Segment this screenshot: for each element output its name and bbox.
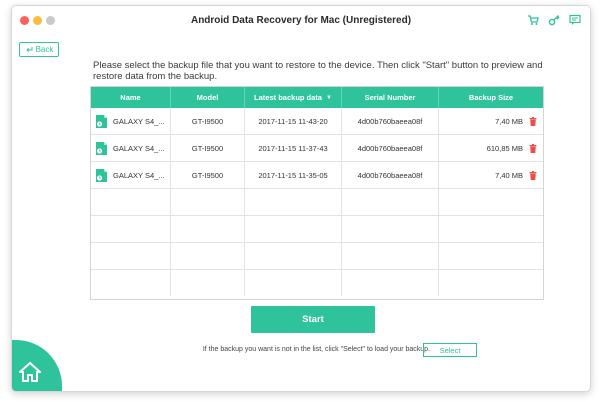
date-cell: 2017-11-15 11-35-05 <box>245 162 342 188</box>
trash-icon[interactable] <box>529 116 537 126</box>
back-button[interactable]: Back <box>19 42 59 57</box>
backup-table: Name Model Latest backup data ▼ Serial N… <box>90 86 544 300</box>
start-button[interactable]: Start <box>251 306 375 333</box>
empty-cell <box>91 243 171 269</box>
table-row[interactable]: GALAXY S4_... GT-I9500 2017-11-15 11-37-… <box>91 135 543 162</box>
trash-icon[interactable] <box>529 170 537 180</box>
empty-cell <box>342 216 439 242</box>
empty-row <box>91 189 543 216</box>
key-icon[interactable] <box>548 14 560 26</box>
chat-icon[interactable] <box>569 14 581 26</box>
empty-cell <box>91 189 171 215</box>
empty-cell <box>245 270 342 296</box>
empty-cell <box>342 270 439 296</box>
model-cell: GT-I9500 <box>171 162 245 188</box>
serial-cell: 4d00b760baeea08f <box>342 108 439 134</box>
empty-row <box>91 243 543 270</box>
name-cell: GALAXY S4_... <box>91 135 171 161</box>
select-button[interactable]: Select <box>423 343 477 357</box>
device-name: GALAXY S4_... <box>113 116 165 126</box>
name-cell: GALAXY S4_... <box>91 162 171 188</box>
home-icon <box>19 362 41 382</box>
empty-row <box>91 270 543 297</box>
device-name: GALAXY S4_... <box>113 143 165 153</box>
footer-hint: If the backup you want is not in the lis… <box>202 346 430 353</box>
empty-row <box>91 216 543 243</box>
empty-cell <box>439 189 543 215</box>
size-cell: 7,40 MB <box>439 162 543 188</box>
empty-cell <box>439 243 543 269</box>
empty-cell <box>171 243 245 269</box>
table-header: Name Model Latest backup data ▼ Serial N… <box>91 87 543 108</box>
back-label: Back <box>35 45 54 54</box>
instructions-text: Please select the backup file that you w… <box>93 60 543 82</box>
backup-size: 610,85 MB <box>486 143 523 153</box>
date-cell: 2017-11-15 11-43-20 <box>245 108 342 134</box>
device-name: GALAXY S4_... <box>113 170 165 180</box>
column-header-serial[interactable]: Serial Number <box>342 87 439 108</box>
column-header-date[interactable]: Latest backup data ▼ <box>245 87 342 108</box>
window-title: Android Data Recovery for Mac (Unregiste… <box>190 15 412 26</box>
home-button[interactable] <box>12 340 62 391</box>
backup-size: 7,40 MB <box>495 116 523 126</box>
column-header-model[interactable]: Model <box>171 87 245 108</box>
model-cell: GT-I9500 <box>171 135 245 161</box>
app-window: Android Data Recovery for Mac (Unregiste… <box>11 5 591 392</box>
column-header-name[interactable]: Name <box>91 87 171 108</box>
name-cell: GALAXY S4_... <box>91 108 171 134</box>
empty-cell <box>171 270 245 296</box>
empty-cell <box>245 189 342 215</box>
table-row[interactable]: GALAXY S4_... GT-I9500 2017-11-15 11-35-… <box>91 162 543 189</box>
column-header-date-label: Latest backup data <box>254 93 322 102</box>
empty-cell <box>342 243 439 269</box>
backup-file-icon <box>96 141 107 155</box>
date-cell: 2017-11-15 11-37-43 <box>245 135 342 161</box>
table-row[interactable]: GALAXY S4_... GT-I9500 2017-11-15 11-43-… <box>91 108 543 135</box>
empty-cell <box>439 216 543 242</box>
empty-cell <box>439 270 543 296</box>
title-bar: Android Data Recovery for Mac (Unregiste… <box>12 6 590 34</box>
empty-cell <box>91 216 171 242</box>
backup-file-icon <box>96 114 107 128</box>
back-arrow-icon <box>25 47 33 53</box>
empty-cell <box>91 270 171 296</box>
serial-cell: 4d00b760baeea08f <box>342 135 439 161</box>
empty-cell <box>171 189 245 215</box>
serial-cell: 4d00b760baeea08f <box>342 162 439 188</box>
sort-down-icon: ▼ <box>325 94 332 101</box>
column-header-size[interactable]: Backup Size <box>439 87 543 108</box>
size-cell: 7,40 MB <box>439 108 543 134</box>
empty-cell <box>171 216 245 242</box>
empty-cell <box>245 216 342 242</box>
empty-cell <box>342 189 439 215</box>
backup-file-icon <box>96 168 107 182</box>
size-cell: 610,85 MB <box>439 135 543 161</box>
trash-icon[interactable] <box>529 143 537 153</box>
backup-size: 7,40 MB <box>495 170 523 180</box>
empty-cell <box>245 243 342 269</box>
model-cell: GT-I9500 <box>171 108 245 134</box>
cart-icon[interactable] <box>527 14 539 26</box>
